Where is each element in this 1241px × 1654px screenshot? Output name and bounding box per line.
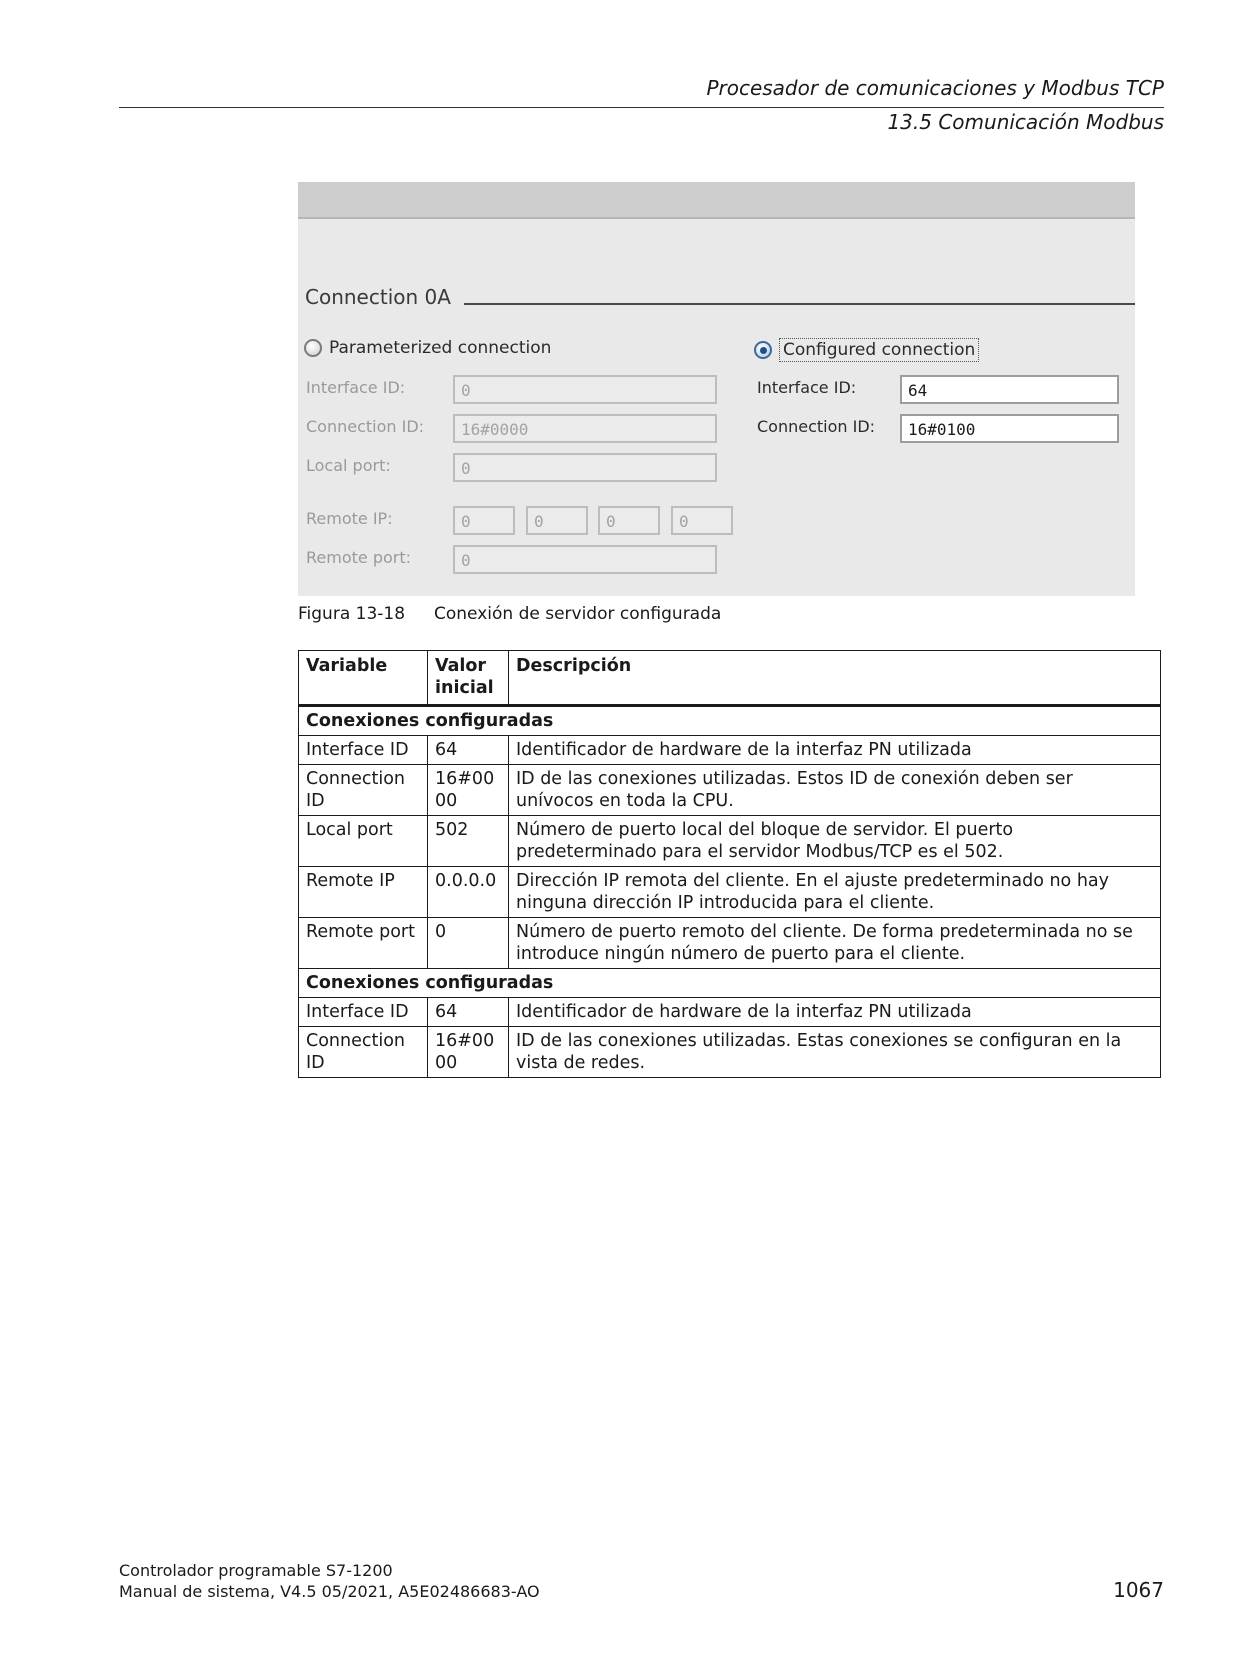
table-row: Interface ID 64 Identificador de hardwar… [298,735,1161,765]
figure-caption: Figura 13-18 Conexión de servidor configu… [298,604,721,624]
table-row: Remote port 0 Número de puerto remoto de… [298,917,1161,969]
conf-interface-id-label: Interface ID: [757,378,857,397]
cell-variable: Connection ID [298,764,428,816]
parameterized-connection-label: Parameterized connection [329,338,552,358]
connection-section-title: Connection 0A [305,285,451,309]
cell-description: Dirección IP remota del cliente. En el a… [508,866,1161,918]
cell-value: 16#0000 [427,764,509,816]
section-divider [464,303,1135,305]
radio-unselected-icon[interactable] [304,339,322,357]
cell-value: 502 [427,815,509,867]
group-label: Conexiones configuradas [298,968,1161,998]
header-description: Descripción [508,650,1161,707]
conf-connection-id-field[interactable]: 16#0100 [900,414,1119,443]
remote-ip-octet-4[interactable]: 0 [671,506,733,535]
header-rule [119,107,1164,108]
footer-manual-info: Manual de sistema, V4.5 05/2021, A5E0248… [119,1582,540,1601]
param-remote-port-label: Remote port: [306,548,412,567]
cell-value: 0 [427,917,509,969]
cell-description: Número de puerto local del bloque de ser… [508,815,1161,867]
table-row: Local port 502 Número de puerto local de… [298,815,1161,867]
variables-table: Variable Valor inicial Descripción Conex… [298,650,1161,1078]
table-row: Connection ID 16#0000 ID de las conexion… [298,764,1161,816]
param-interface-id-field[interactable]: 0 [453,375,717,404]
param-connection-id-field[interactable]: 16#0000 [453,414,717,443]
remote-ip-octet-3[interactable]: 0 [598,506,660,535]
cell-value: 64 [427,997,509,1027]
param-remote-port-field[interactable]: 0 [453,545,717,574]
param-remote-ip-label: Remote IP: [306,509,393,528]
group-label: Conexiones configuradas [298,705,1161,736]
dialog-toolbar-strip [298,182,1135,219]
cell-variable: Local port [298,815,428,867]
connection-dialog-screenshot: Connection 0A Parameterized connection I… [298,182,1135,596]
running-header-section: 13.5 Comunicación Modbus [887,110,1164,134]
page-number: 1067 [1113,1578,1164,1602]
cell-variable: Remote IP [298,866,428,918]
table-row: Remote IP 0.0.0.0 Dirección IP remota de… [298,866,1161,918]
remote-ip-octet-1[interactable]: 0 [453,506,515,535]
param-local-port-label: Local port: [306,456,391,475]
cell-variable: Interface ID [298,997,428,1027]
cell-description: ID de las conexiones utilizadas. Estos I… [508,764,1161,816]
cell-variable: Interface ID [298,735,428,765]
table-header-row: Variable Valor inicial Descripción [298,650,1161,707]
group-row: Conexiones configuradas [298,968,1161,998]
cell-description: ID de las conexiones utilizadas. Estas c… [508,1026,1161,1078]
conf-connection-id-label: Connection ID: [757,417,876,436]
configured-connection-label: Configured connection [779,338,980,362]
figure-title: Conexión de servidor configurada [434,604,722,624]
footer-product: Controlador programable S7-1200 [119,1561,393,1580]
running-header-chapter: Procesador de comunicaciones y Modbus TC… [706,76,1164,100]
radio-selected-icon[interactable] [754,341,772,359]
page-footer: Controlador programable S7-1200 Manual d… [119,1560,540,1602]
table-row: Connection ID 16#0000 ID de las conexion… [298,1026,1161,1078]
remote-ip-octet-2[interactable]: 0 [526,506,588,535]
table-row: Interface ID 64 Identificador de hardwar… [298,997,1161,1027]
header-initial-value: Valor inicial [427,650,509,707]
conf-interface-id-field[interactable]: 64 [900,375,1119,404]
cell-variable: Remote port [298,917,428,969]
param-connection-id-label: Connection ID: [306,417,425,436]
configured-connection-option[interactable]: Configured connection [754,338,980,362]
cell-value: 16#0000 [427,1026,509,1078]
cell-value: 0.0.0.0 [427,866,509,918]
cell-variable: Connection ID [298,1026,428,1078]
param-interface-id-label: Interface ID: [306,378,406,397]
param-local-port-field[interactable]: 0 [453,453,717,482]
figure-number: Figura 13-18 [298,604,406,624]
cell-description: Identificador de hardware de la interfaz… [508,997,1161,1027]
cell-value: 64 [427,735,509,765]
cell-description: Número de puerto remoto del cliente. De … [508,917,1161,969]
group-row: Conexiones configuradas [298,705,1161,736]
parameterized-connection-option[interactable]: Parameterized connection [304,338,551,358]
header-variable: Variable [298,650,428,707]
cell-description: Identificador de hardware de la interfaz… [508,735,1161,765]
